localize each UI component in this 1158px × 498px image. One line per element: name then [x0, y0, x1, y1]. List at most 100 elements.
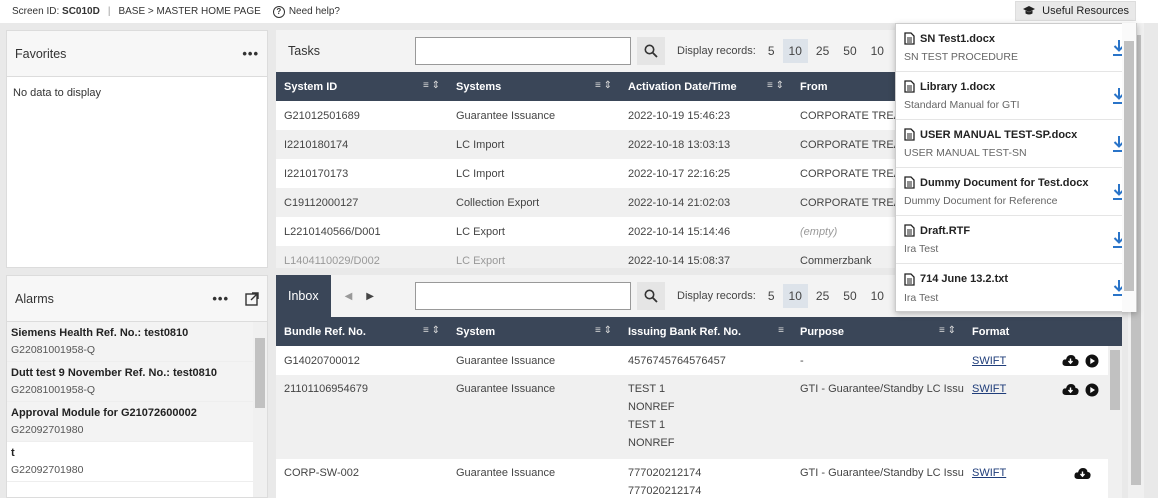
format-link[interactable]: SWIFT	[972, 467, 1006, 479]
filter-sort-icon[interactable]: ≡ ⇕	[423, 325, 440, 336]
help-icon: ?	[272, 5, 285, 18]
help-link[interactable]: ? Need help?	[272, 5, 340, 18]
resource-item[interactable]: Dummy Document for Test.docx Dummy Docum…	[896, 168, 1136, 216]
resource-name: SN Test1.docx	[920, 32, 995, 45]
expand-icon[interactable]	[245, 291, 259, 306]
cloud-download-icon[interactable]	[1062, 354, 1079, 367]
alarm-ref: G22081001958-Q	[11, 384, 96, 396]
previous-arrow-icon[interactable]: ◀	[345, 291, 353, 302]
records-option[interactable]: 5	[762, 284, 781, 308]
column-header[interactable]: Systems ≡ ⇕	[448, 72, 620, 101]
alarm-title: Dutt test 9 November Ref. No.: test0810	[11, 367, 217, 379]
filter-sort-icon[interactable]: ≡ ⇕	[767, 80, 784, 91]
resource-name: Draft.RTF	[920, 224, 971, 237]
list-item[interactable]: Approval Module for G21072600002 G220927…	[7, 402, 267, 442]
breadcrumb: BASE > MASTER HOME PAGE	[118, 6, 261, 17]
records-option[interactable]: 10	[865, 284, 890, 308]
table-row[interactable]: G14020700012 Guarantee Issuance 45767457…	[276, 346, 1122, 375]
alarm-title: Siemens Health Ref. No.: test0810	[11, 327, 189, 339]
resource-name: Dummy Document for Test.docx	[920, 176, 1089, 189]
alarm-ref: G22092701980	[11, 464, 84, 476]
play-icon[interactable]	[1085, 383, 1099, 397]
records-option[interactable]: 25	[810, 39, 835, 63]
column-header[interactable]: Purpose ≡ ⇕	[792, 317, 964, 346]
cloud-download-icon[interactable]	[1074, 467, 1091, 480]
inbox-search-button[interactable]	[637, 282, 665, 310]
column-header[interactable]: System ≡ ⇕	[448, 317, 620, 346]
document-icon	[904, 176, 915, 189]
screen-id-label: Screen ID:	[12, 6, 60, 17]
resource-name: USER MANUAL TEST-SP.docx	[920, 128, 1078, 141]
help-label: Need help?	[288, 6, 340, 17]
records-option[interactable]: 10	[782, 39, 808, 63]
resource-desc: Dummy Document for Reference	[904, 195, 1058, 207]
alarm-list: Siemens Health Ref. No.: test0810 G22081…	[7, 322, 267, 482]
resource-desc: Standard Manual for GTI	[904, 99, 1020, 111]
filter-sort-icon[interactable]: ≡ ⇕	[423, 80, 440, 91]
column-header[interactable]: Issuing Bank Ref. No. ≡	[620, 317, 792, 346]
more-options-icon[interactable]: •••	[212, 291, 229, 306]
display-records: Display records: 5 10 25 50 10	[677, 39, 890, 63]
more-options-icon[interactable]: •••	[242, 46, 259, 61]
scroll-thumb[interactable]	[1124, 41, 1134, 291]
column-header[interactable]: Bundle Ref. No. ≡ ⇕	[276, 317, 448, 346]
records-option[interactable]: 5	[762, 39, 781, 63]
resource-item[interactable]: Library 1.docx Standard Manual for GTI	[896, 72, 1136, 120]
resource-item[interactable]: 714 June 13.2.txt Ira Test	[896, 264, 1136, 311]
list-item[interactable]: Dutt test 9 November Ref. No.: test0810 …	[7, 362, 267, 402]
records-option[interactable]: 10	[782, 284, 808, 308]
alarms-title: Alarms	[15, 291, 54, 306]
list-item[interactable]: t G22092701980	[7, 442, 267, 482]
document-icon	[904, 224, 915, 237]
document-icon	[904, 272, 915, 286]
column-header[interactable]: Format	[964, 317, 1122, 346]
resource-item[interactable]: SN Test1.docx SN TEST PROCEDURE	[896, 24, 1136, 72]
records-option[interactable]: 50	[837, 39, 862, 63]
scroll-thumb[interactable]	[1110, 350, 1120, 410]
inbox-title: Inbox	[276, 275, 331, 317]
display-records-label: Display records:	[677, 290, 756, 302]
favorites-title: Favorites	[15, 46, 67, 61]
tasks-title: Tasks	[288, 44, 320, 58]
resource-name: Library 1.docx	[920, 80, 996, 93]
resource-item[interactable]: Draft.RTF Ira Test	[896, 216, 1136, 264]
display-records-label: Display records:	[677, 45, 756, 57]
inbox-scrollbar[interactable]	[1108, 346, 1122, 498]
records-option[interactable]: 10	[865, 39, 890, 63]
inbox-search-input[interactable]	[415, 282, 631, 310]
display-records: Display records: 5 10 25 50 10	[677, 284, 890, 308]
useful-resources-button[interactable]: Useful Resources	[1015, 1, 1136, 21]
document-icon	[904, 80, 915, 93]
tasks-search-button[interactable]	[637, 37, 665, 65]
records-option[interactable]: 25	[810, 284, 835, 308]
records-option[interactable]: 50	[837, 284, 862, 308]
favorites-panel: Favorites ••• No data to display	[6, 30, 268, 268]
alarm-ref: G22081001958-Q	[11, 344, 96, 356]
alarms-panel: Alarms ••• Siemens Health Ref. No.: test…	[6, 275, 268, 498]
table-row[interactable]: CORP-SW-002 Guarantee Issuance 777020212…	[276, 459, 1122, 498]
filter-icon[interactable]: ≡	[778, 325, 784, 336]
document-icon	[904, 128, 915, 141]
tasks-search-input[interactable]	[415, 37, 631, 65]
scroll-thumb[interactable]	[255, 338, 265, 408]
filter-sort-icon[interactable]: ≡ ⇕	[939, 325, 956, 336]
format-link[interactable]: SWIFT	[972, 383, 1006, 395]
dropdown-scrollbar[interactable]	[1122, 23, 1136, 312]
alarm-ref: G22092701980	[11, 424, 84, 436]
resource-desc: USER MANUAL TEST-SN	[904, 147, 1027, 159]
filter-sort-icon[interactable]: ≡ ⇕	[595, 325, 612, 336]
list-item[interactable]: Siemens Health Ref. No.: test0810 G22081…	[7, 322, 267, 362]
table-row[interactable]: 21101106954679 Guarantee Issuance TEST 1…	[276, 375, 1122, 459]
document-icon	[904, 32, 915, 45]
filter-sort-icon[interactable]: ≡ ⇕	[595, 80, 612, 91]
format-link[interactable]: SWIFT	[972, 355, 1006, 367]
next-arrow-icon[interactable]: ▶	[366, 291, 374, 302]
alarms-scrollbar[interactable]	[253, 322, 267, 497]
play-icon[interactable]	[1085, 354, 1099, 368]
inbox-table-header: Bundle Ref. No. ≡ ⇕ System ≡ ⇕ Issuing Ban…	[276, 317, 1122, 346]
cloud-download-icon[interactable]	[1062, 383, 1079, 396]
top-bar: Screen ID: SC010D | BASE > MASTER HOME P…	[0, 0, 1158, 23]
column-header[interactable]: System ID ≡ ⇕	[276, 72, 448, 101]
resource-item[interactable]: USER MANUAL TEST-SP.docx USER MANUAL TES…	[896, 120, 1136, 168]
column-header[interactable]: Activation Date/Time ≡ ⇕	[620, 72, 792, 101]
